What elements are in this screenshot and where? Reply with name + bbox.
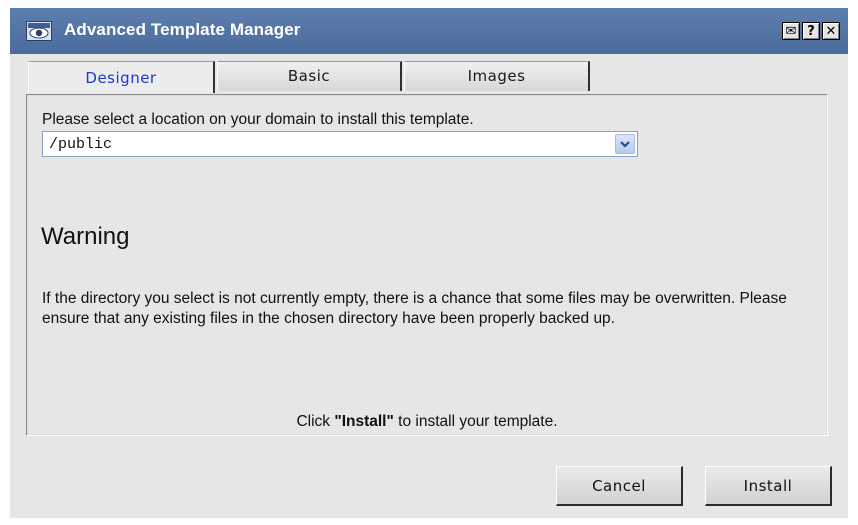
tab-designer[interactable]: Designer xyxy=(28,61,215,93)
install-instruction: Click "Install" to install your template… xyxy=(27,413,827,431)
template-manager-window: Advanced Template Manager ✉ ? ✕ Designer… xyxy=(10,8,848,518)
designer-panel: Please select a location on your domain … xyxy=(26,94,828,436)
instruction-prefix: Click xyxy=(296,413,335,430)
eye-icon xyxy=(26,21,52,41)
help-icon[interactable]: ? xyxy=(802,22,820,40)
cancel-button[interactable]: Cancel xyxy=(556,466,683,506)
location-select-value: /public xyxy=(49,136,113,153)
warning-heading: Warning xyxy=(41,223,130,250)
tab-images[interactable]: Images xyxy=(404,61,590,91)
close-icon[interactable]: ✕ xyxy=(822,22,840,40)
chevron-down-icon[interactable] xyxy=(615,134,635,154)
warning-text: If the directory you select is not curre… xyxy=(42,290,787,327)
install-button[interactable]: Install xyxy=(705,466,832,506)
instruction-suffix: to install your template. xyxy=(393,413,558,430)
title-bar-buttons: ✉ ? ✕ xyxy=(782,22,840,40)
envelope-icon[interactable]: ✉ xyxy=(782,22,800,40)
location-prompt: Please select a location on your domain … xyxy=(42,111,474,128)
title-bar[interactable]: Advanced Template Manager ✉ ? ✕ xyxy=(10,8,848,54)
location-select[interactable]: /public xyxy=(42,131,638,157)
window-title: Advanced Template Manager xyxy=(64,20,301,39)
instruction-emphasis: "Install" xyxy=(334,413,394,430)
tab-basic[interactable]: Basic xyxy=(217,61,402,91)
